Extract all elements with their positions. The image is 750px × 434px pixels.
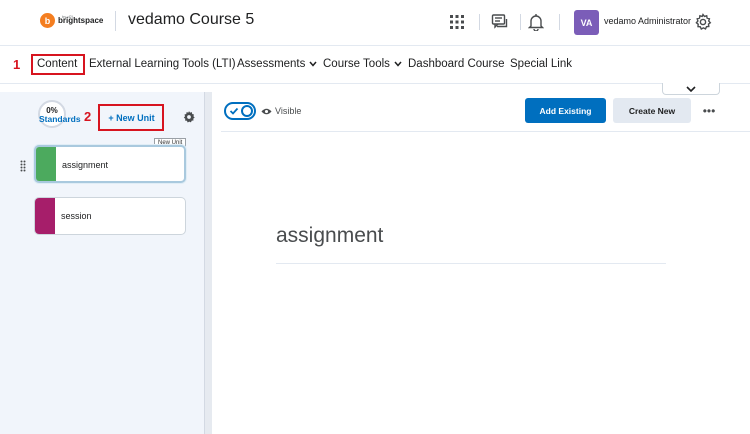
nav-item-label: Dashboard Course — [408, 58, 505, 70]
add-existing-button[interactable]: Add Existing — [525, 98, 606, 123]
nav-item-special-link[interactable]: Special Link — [510, 58, 572, 70]
visible-label: Visible — [275, 106, 302, 116]
drag-handle-icon[interactable] — [20, 159, 26, 172]
create-new-button[interactable]: Create New — [613, 98, 691, 123]
waffle-icon[interactable] — [447, 12, 467, 32]
more-options-button[interactable]: ••• — [699, 101, 719, 121]
unit-card-session[interactable]: session — [34, 197, 186, 235]
user-name[interactable]: vedamo Administrator — [604, 16, 691, 26]
toolbar-divider — [221, 131, 750, 132]
nav-item-dashboard-course[interactable]: Dashboard Course — [408, 58, 505, 70]
nav-item-label: Assessments — [237, 58, 306, 70]
course-navbar: Content External Learning Tools (LTI) As… — [0, 46, 750, 84]
unit-title[interactable]: assignment — [276, 224, 383, 248]
unit-color-bar — [36, 147, 56, 181]
brightspace-logo-icon: b — [40, 13, 55, 28]
step-number-2: 2 — [84, 109, 92, 124]
nav-item-course-tools[interactable]: Course Tools — [323, 58, 402, 70]
header-separator — [115, 11, 116, 31]
avatar[interactable]: VA — [574, 10, 599, 35]
check-icon — [229, 107, 239, 115]
header-separator — [479, 14, 480, 30]
standards-link[interactable]: Standards — [39, 114, 81, 124]
unit-label: assignment — [62, 160, 109, 170]
nav-item-label: External Learning Tools (LTI) — [89, 58, 236, 70]
unit-card-assignment[interactable]: assignment — [34, 145, 186, 183]
message-icon[interactable] — [490, 12, 510, 32]
visibility-toggle[interactable] — [224, 102, 256, 120]
course-title[interactable]: vedamo Course 5 — [128, 11, 254, 29]
content-highlight-box — [31, 54, 85, 75]
nav-item-assessments[interactable]: Assessments — [237, 58, 317, 70]
eye-icon — [261, 108, 272, 114]
header-separator — [520, 14, 521, 30]
nav-item-external-learning-tools[interactable]: External Learning Tools (LTI) — [89, 58, 236, 70]
header-separator — [559, 14, 560, 30]
title-underline — [276, 263, 666, 264]
unit-label: session — [61, 211, 92, 221]
chevron-down-icon — [309, 61, 317, 67]
unit-color-bar — [35, 198, 55, 234]
page: b brightspace by d2l vedamo Course 5 VA … — [0, 0, 750, 434]
gear-icon[interactable] — [693, 12, 713, 32]
panel-scrollbar[interactable] — [204, 92, 212, 434]
logo-subtext: by d2l — [62, 14, 73, 19]
chevron-down-icon — [686, 85, 696, 92]
gear-icon[interactable] — [182, 110, 196, 124]
bell-icon[interactable] — [526, 12, 546, 32]
toggle-knob — [241, 105, 253, 117]
header: b brightspace by d2l vedamo Course 5 VA … — [0, 0, 750, 46]
visibility-status: Visible — [261, 106, 301, 116]
collapse-header-button[interactable] — [662, 83, 720, 95]
nav-item-label: Special Link — [510, 58, 573, 70]
new-unit-highlight-box — [98, 104, 164, 131]
nav-item-label: Course Tools — [323, 58, 390, 70]
step-number-1: 1 — [13, 57, 21, 72]
chevron-down-icon — [394, 61, 402, 67]
